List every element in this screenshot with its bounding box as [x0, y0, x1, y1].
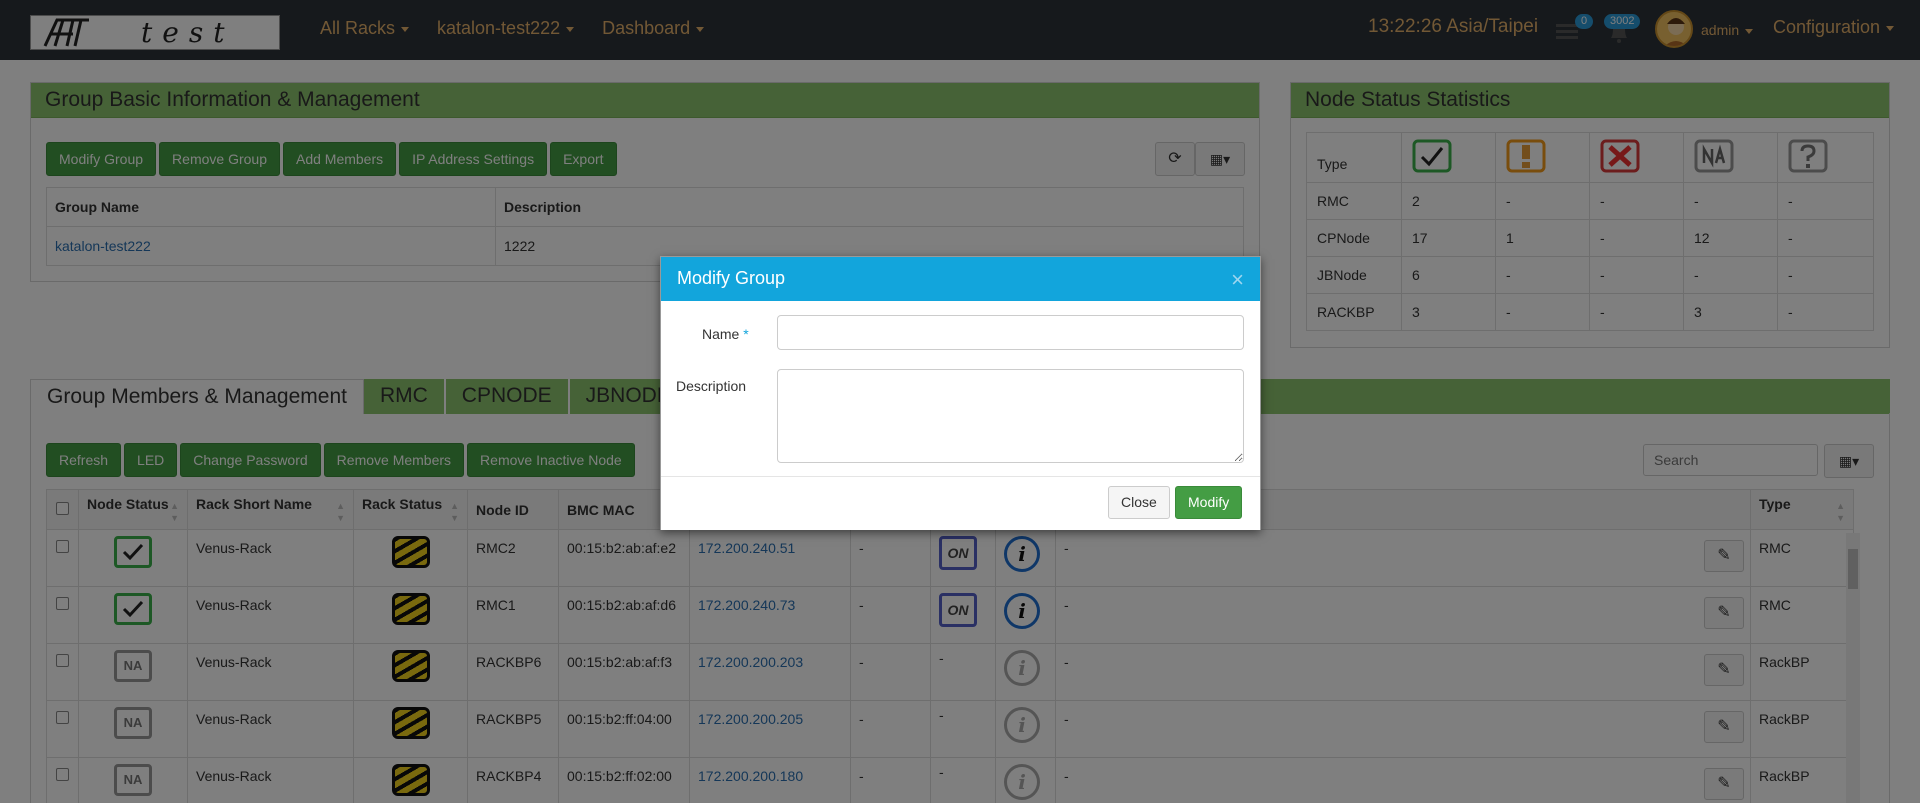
modal-footer: Close Modify [661, 476, 1260, 530]
modal-title: Modify Group [677, 268, 786, 288]
close-icon[interactable]: × [1231, 267, 1244, 293]
modify-button[interactable]: Modify [1175, 486, 1243, 519]
required-mark: * [743, 326, 749, 342]
name-label-text: Name [702, 326, 740, 342]
description-label: Description [676, 378, 747, 394]
modify-group-dialog: Modify Group × Name * Description Close … [660, 256, 1261, 530]
name-label: Name * [702, 326, 749, 342]
modal-header: Modify Group × [661, 257, 1260, 301]
close-button[interactable]: Close [1108, 486, 1170, 519]
group-name-input[interactable] [777, 315, 1244, 350]
description-textarea[interactable] [777, 369, 1244, 463]
